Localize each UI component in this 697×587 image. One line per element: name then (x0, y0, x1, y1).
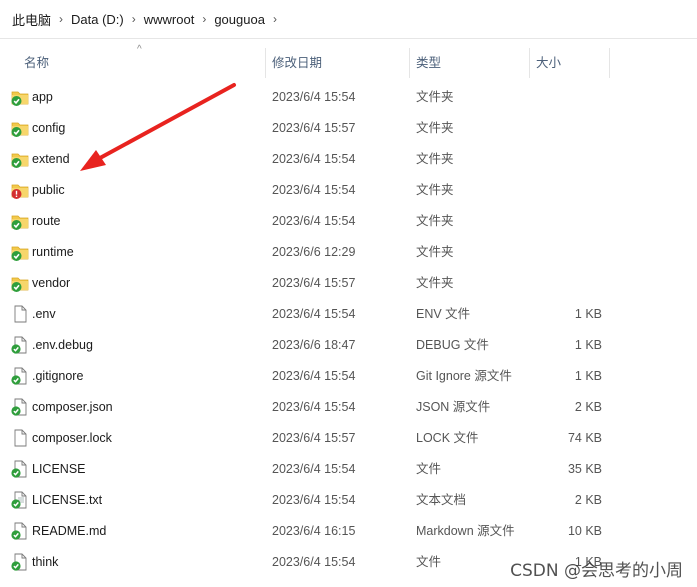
watermark: CSDN @会思考的小周 (510, 561, 683, 581)
red-arrow-annotation (80, 83, 236, 171)
